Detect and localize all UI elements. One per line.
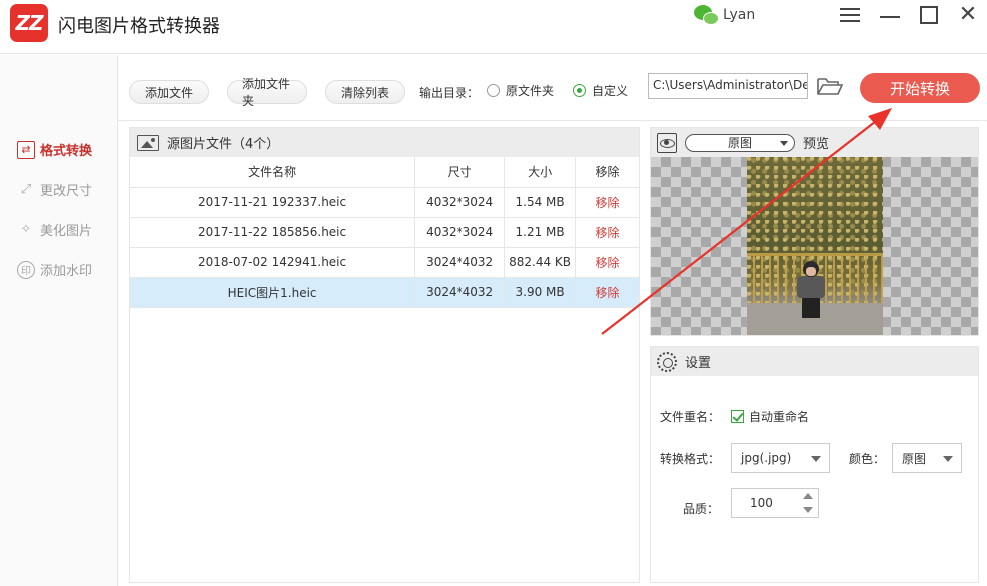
color-label: 颜色： [849,452,886,466]
sidebar-item-format-convert[interactable]: ⇄ 格式转换 [17,140,92,159]
cell-filesize: 3.90 MB [504,277,577,308]
file-table: 文件名称 尺寸 大小 移除 2017-11-21 192337.heic 403… [130,157,640,308]
app-title: 闪电图片格式转换器 [58,16,220,37]
table-row-selected[interactable]: HEIC图片1.heic 3024*4032 3.90 MB 移除 [130,277,640,308]
menu-button[interactable] [836,3,864,27]
maximize-button[interactable] [915,3,943,27]
preview-canvas [651,157,978,335]
user-account[interactable]: Lyan [694,2,755,28]
file-panel-title: 源图片文件（4个） [167,137,280,152]
add-file-button[interactable]: 添加文件 [129,80,209,104]
start-convert-button[interactable]: 开始转换 [860,73,980,103]
settings-header: 设置 [651,347,978,376]
resize-icon: ⤢ [20,182,32,197]
table-row[interactable]: 2018-07-02 142941.heic 3024*4032 882.44 … [130,247,640,278]
col-header-remove: 移除 [575,157,640,188]
toolbar: 添加文件 添加文件夹 清除列表 输出目录： 原文件夹 自定义 C:\Users\… [118,55,987,121]
col-header-filesize: 大小 [504,157,577,188]
settings-panel: 设置 文件重名： 自动重命名 转换格式： jpg(.jpg) 颜色： 原图 品质… [650,346,979,583]
radio-custom-folder[interactable]: 自定义 [573,82,628,99]
remove-link[interactable]: 移除 [575,217,640,248]
cell-dimensions: 4032*3024 [414,187,506,218]
color-select[interactable]: 原图 [892,443,962,473]
col-header-filename: 文件名称 [130,157,416,188]
wechat-icon [694,3,720,27]
clear-list-button[interactable]: 清除列表 [325,80,405,104]
close-icon: ✕ [958,2,978,27]
add-folder-button[interactable]: 添加文件夹 [227,77,307,108]
col-header-dimensions: 尺寸 [414,157,506,188]
watermark-stamp-icon: 印 [17,260,35,279]
eye-icon [657,132,677,153]
cell-filesize: 1.54 MB [504,187,577,218]
radio-dot [487,84,500,97]
hamburger-icon [840,8,860,22]
cell-filename: 2018-07-02 142941.heic [130,247,416,278]
close-button[interactable]: ✕ [954,3,982,27]
stepper-up-icon[interactable] [803,493,813,499]
table-header-row: 文件名称 尺寸 大小 移除 [130,157,640,188]
image-icon [137,134,159,151]
auto-rename-checkbox[interactable]: 自动重命名 [731,408,809,425]
cell-dimensions: 3024*4032 [414,247,506,278]
remove-link[interactable]: 移除 [575,277,640,308]
format-select[interactable]: jpg(.jpg) [731,443,830,473]
quality-label: 品质： [683,502,720,516]
sidebar-item-resize[interactable]: ⤢ 更改尺寸 [17,180,92,199]
remove-link[interactable]: 移除 [575,187,640,218]
sidebar-item-beautify[interactable]: ✧ 美化图片 [17,220,92,239]
gear-icon [657,351,677,372]
chevron-down-icon [943,456,953,462]
preview-label: 预览 [803,137,830,152]
radio-original-folder[interactable]: 原文件夹 [487,82,554,99]
table-row[interactable]: 2017-11-21 192337.heic 4032*3024 1.54 MB… [130,187,640,218]
chevron-down-icon [780,140,788,146]
output-path-input[interactable]: C:\Users\Administrator\De [648,73,808,99]
settings-title: 设置 [685,356,712,371]
stepper-down-icon[interactable] [803,507,813,513]
checkbox-checked-icon [731,410,744,423]
preview-image [747,157,883,335]
cell-filename: 2017-11-21 192337.heic [130,187,416,218]
sidebar-item-watermark[interactable]: 印 添加水印 [17,260,92,279]
sidebar: ⇄ 格式转换 ⤢ 更改尺寸 ✧ 美化图片 印 添加水印 [0,55,118,586]
radio-dot [573,84,586,97]
rename-label: 文件重名： [660,410,721,424]
preview-header: 原图 预览 [651,128,978,157]
cell-filename: HEIC图片1.heic [130,277,416,308]
maximize-icon [920,6,938,24]
output-dir-label: 输出目录： [419,86,480,100]
preview-mode-select[interactable]: 原图 [685,133,795,152]
minimize-button[interactable] [876,3,904,27]
cell-dimensions: 4032*3024 [414,217,506,248]
minimize-icon [880,16,900,18]
quality-stepper[interactable]: 100 [731,488,819,518]
cell-dimensions: 3024*4032 [414,277,506,308]
remove-link[interactable]: 移除 [575,247,640,278]
preview-panel: 原图 预览 [650,127,979,336]
cell-filesize: 882.44 KB [504,247,577,278]
cell-filename: 2017-11-22 185856.heic [130,217,416,248]
cell-filesize: 1.21 MB [504,217,577,248]
user-name: Lyan [723,7,756,23]
file-panel-header: 源图片文件（4个） [130,128,639,157]
format-label: 转换格式： [660,452,721,466]
swap-arrows-icon: ⇄ [17,140,35,159]
app-logo: ZZ [10,4,48,42]
chevron-down-icon [811,456,821,462]
table-row[interactable]: 2017-11-22 185856.heic 4032*3024 1.21 MB… [130,217,640,248]
open-folder-icon[interactable] [816,75,844,97]
sparkle-image-icon: ✧ [20,222,32,237]
source-file-panel: 源图片文件（4个） 文件名称 尺寸 大小 移除 2017-11-21 19233… [129,127,640,583]
title-bar: ZZ 闪电图片格式转换器 Lyan ✕ [0,0,987,54]
